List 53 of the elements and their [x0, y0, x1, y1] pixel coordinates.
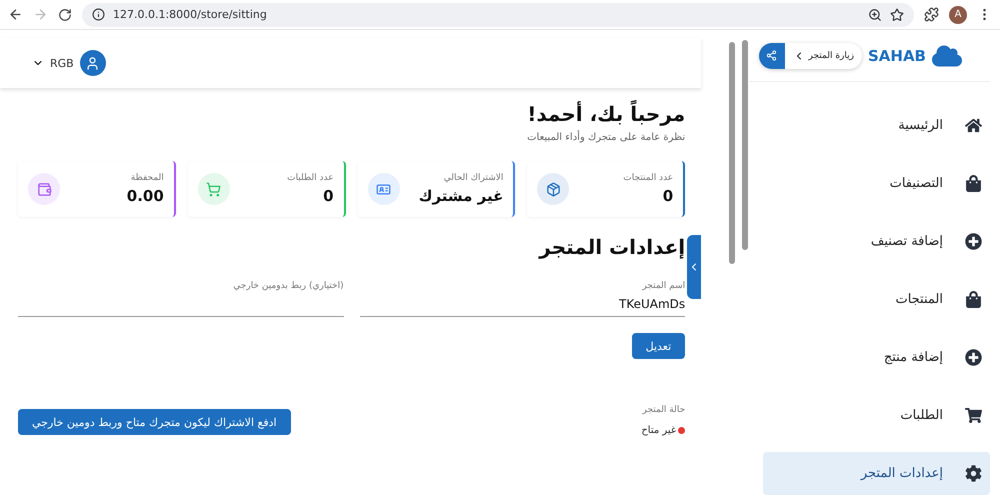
- cart-icon: [198, 173, 230, 205]
- address-bar[interactable]: 127.0.0.1:8000/store/sitting: [82, 2, 914, 26]
- welcome-subtitle: نظرة عامة على متجرك وأداء المبيعات: [526, 132, 686, 143]
- sidebar-item[interactable]: الطلبات: [762, 394, 990, 437]
- star-icon[interactable]: [890, 8, 904, 22]
- gear-icon: [965, 465, 982, 482]
- wallet-icon: [28, 173, 60, 205]
- pay-subscription-button[interactable]: ادفع الاشتراك ليكون متجرك متاح وربط دومين خارجي: [18, 409, 291, 435]
- settings-title: إعدادات المتجر: [537, 235, 686, 259]
- zoom-icon[interactable]: [868, 8, 882, 22]
- edit-button[interactable]: تعديل: [632, 333, 686, 359]
- stat-value: 0: [662, 187, 674, 205]
- status-text: غير متاح: [641, 425, 676, 436]
- stat-label: عدد المنتجات: [623, 173, 674, 183]
- plus-icon: [965, 349, 982, 366]
- sidebar-item[interactable]: إضافة تصنيف: [762, 220, 990, 263]
- stat-label: المحفظة: [130, 173, 164, 183]
- logo-text: SAHAB: [868, 46, 926, 64]
- sidebar-item[interactable]: التصنيفات: [762, 162, 990, 205]
- box-icon: [537, 173, 570, 205]
- status-label: حالة المتجر: [641, 405, 686, 415]
- reload-icon[interactable]: [58, 8, 72, 22]
- url-text: 127.0.0.1:8000/store/sitting: [113, 8, 268, 21]
- sidebar-item[interactable]: الرئيسية: [762, 104, 990, 147]
- plus-icon: [965, 233, 982, 250]
- back-icon[interactable]: [8, 7, 23, 22]
- sidebar-toggle-button[interactable]: [687, 235, 702, 299]
- home-icon: [965, 117, 982, 134]
- field-label: اسم المتجر: [641, 281, 686, 291]
- field-label: (اختياري) ربط بدومين خارجي: [232, 281, 344, 291]
- welcome-title: مرحباً بك، أحمد!: [526, 102, 686, 126]
- cart-icon: [965, 407, 982, 424]
- visit-store-button[interactable]: زيارة المتجر: [758, 42, 862, 68]
- extensions-icon[interactable]: [924, 7, 939, 22]
- profile-avatar[interactable]: A: [949, 6, 967, 24]
- stat-value: غير مشترك: [418, 187, 504, 205]
- stat-value: 0.00: [126, 187, 164, 205]
- share-icon[interactable]: [766, 50, 778, 61]
- card-icon: [368, 173, 400, 205]
- sidebar-item[interactable]: إضافة منتج: [762, 336, 990, 379]
- user-name[interactable]: RGB: [50, 56, 74, 70]
- stat-label: عدد الطلبات: [287, 173, 334, 183]
- scrollbar-thumb[interactable]: [742, 40, 748, 250]
- bag-icon: [965, 175, 982, 192]
- sidebar-item[interactable]: إعدادات المتجر: [762, 452, 990, 495]
- scrollbar-thumb[interactable]: [728, 42, 735, 264]
- text-field[interactable]: TKeUAmDs: [360, 295, 686, 317]
- sidebar-item[interactable]: المنتجات: [762, 278, 990, 321]
- bag-icon: [965, 291, 982, 308]
- user-avatar-icon[interactable]: [80, 50, 106, 76]
- stat-value: 0: [322, 187, 334, 205]
- info-icon[interactable]: [92, 8, 105, 21]
- stat-label: الاشتراك الحالي: [442, 173, 504, 183]
